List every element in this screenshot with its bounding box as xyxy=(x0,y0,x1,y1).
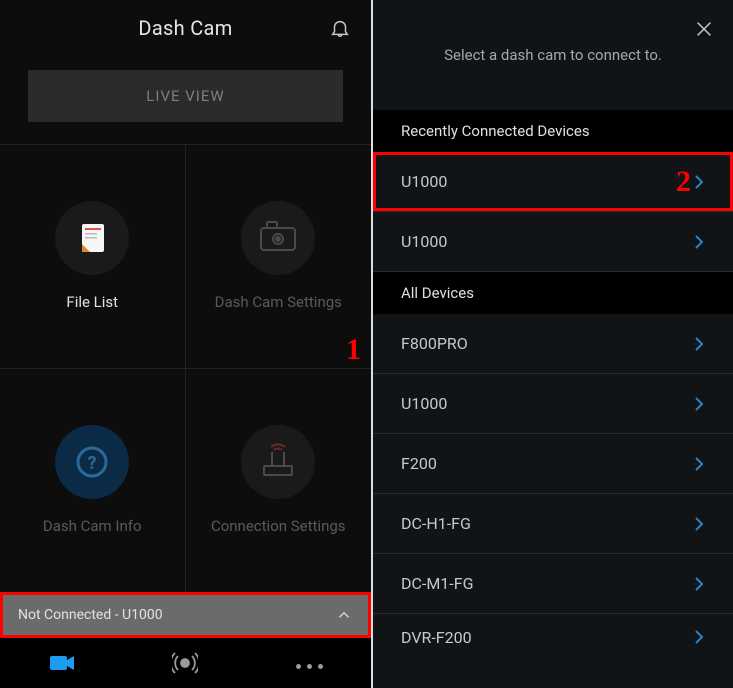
live-view-button[interactable]: LIVE VIEW xyxy=(28,70,343,122)
chevron-right-icon xyxy=(693,575,705,593)
connect-header: Select a dash cam to connect to. xyxy=(373,0,733,110)
tile-connection-settings[interactable]: Connection Settings 1 xyxy=(186,369,372,593)
dashcam-info-icon: ? xyxy=(55,425,129,499)
live-view-wrap: LIVE VIEW xyxy=(0,55,371,144)
device-row-all-0[interactable]: F800PRO xyxy=(373,314,733,374)
bottom-nav xyxy=(0,638,371,688)
tile-dashcam-settings[interactable]: Dash Cam Settings xyxy=(186,145,372,369)
connect-prompt: Select a dash cam to connect to. xyxy=(444,46,662,64)
section-all: All Devices xyxy=(373,272,733,314)
chevron-up-icon xyxy=(335,606,353,624)
device-name: U1000 xyxy=(401,394,447,413)
nav-more-icon[interactable] xyxy=(289,643,329,683)
nav-camera-icon[interactable] xyxy=(42,643,82,683)
device-name: U1000 xyxy=(401,172,447,191)
tile-file-list[interactable]: File List xyxy=(0,145,186,369)
chevron-right-icon xyxy=(693,173,705,191)
header: Dash Cam xyxy=(0,0,371,55)
chevron-right-icon xyxy=(693,233,705,251)
notifications-icon[interactable] xyxy=(329,17,351,39)
device-name: DC-H1-FG xyxy=(401,514,471,533)
file-list-icon xyxy=(55,201,129,275)
device-row-recent-1[interactable]: U1000 xyxy=(373,212,733,272)
feature-grid: File List Dash Cam Settings ? Dash Cam I… xyxy=(0,144,371,592)
section-recent: Recently Connected Devices xyxy=(373,110,733,152)
dashcam-app-screen: Dash Cam LIVE VIEW File List Dash Cam Se… xyxy=(0,0,371,688)
device-name: DVR-F200 xyxy=(401,628,472,647)
status-text: Not Connected - U1000 xyxy=(18,607,163,623)
device-name: F200 xyxy=(401,454,437,473)
device-row-all-3[interactable]: DC-H1-FG xyxy=(373,494,733,554)
tile-dashcam-info[interactable]: ? Dash Cam Info xyxy=(0,369,186,593)
dashcam-settings-icon xyxy=(241,201,315,275)
connect-device-screen: Select a dash cam to connect to. Recentl… xyxy=(371,0,733,688)
tile-label: File List xyxy=(66,293,118,311)
svg-text:?: ? xyxy=(88,453,97,474)
chevron-right-icon xyxy=(693,335,705,353)
tile-label: Connection Settings xyxy=(211,517,346,535)
page-title: Dash Cam xyxy=(138,16,232,40)
device-row-recent-0[interactable]: U1000 2 xyxy=(373,152,733,212)
tile-label: Dash Cam Info xyxy=(43,517,142,535)
device-name: DC-M1-FG xyxy=(401,574,473,593)
connection-status-bar[interactable]: Not Connected - U1000 xyxy=(0,592,371,638)
device-name: U1000 xyxy=(401,232,447,251)
close-icon[interactable] xyxy=(693,18,715,40)
device-row-all-5[interactable]: DVR-F200 xyxy=(373,614,733,660)
connection-settings-icon xyxy=(241,425,315,499)
chevron-right-icon xyxy=(693,395,705,413)
tile-label: Dash Cam Settings xyxy=(215,293,342,311)
device-row-all-4[interactable]: DC-M1-FG xyxy=(373,554,733,614)
chevron-right-icon xyxy=(693,515,705,533)
annotation-marker-2: 2 xyxy=(676,165,691,199)
nav-broadcast-icon[interactable] xyxy=(165,643,205,683)
device-row-all-2[interactable]: F200 xyxy=(373,434,733,494)
device-row-all-1[interactable]: U1000 xyxy=(373,374,733,434)
chevron-right-icon xyxy=(693,628,705,646)
device-name: F800PRO xyxy=(401,334,468,353)
chevron-right-icon xyxy=(693,455,705,473)
